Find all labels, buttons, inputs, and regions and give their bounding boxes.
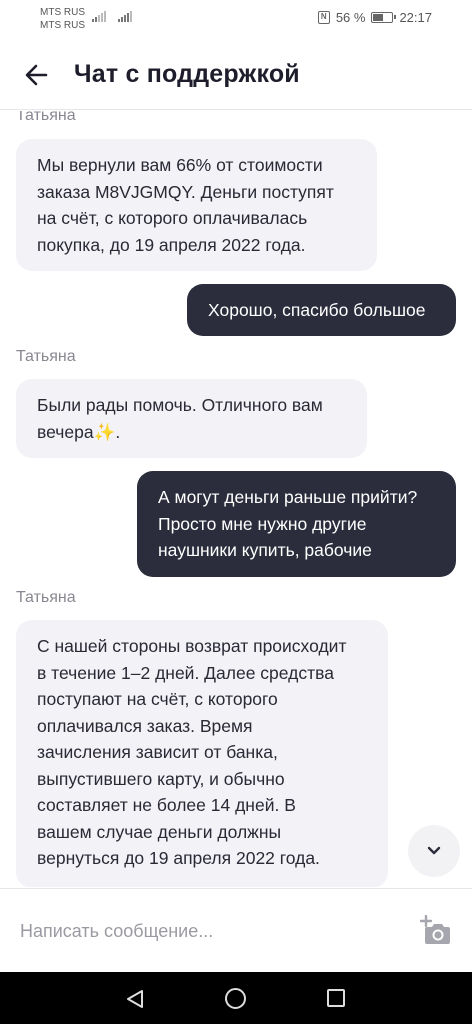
message-line: А могут деньги раньше прийти?: [158, 487, 418, 507]
message-line: на счёт, с которого оплачивалась: [37, 208, 308, 228]
battery-percent: 56 %: [335, 10, 366, 25]
message-line: вечера✨.: [37, 421, 121, 442]
signal-icon-2: [118, 10, 132, 22]
battery-fill: [373, 14, 383, 21]
status-bar: MTS RUS MTS RUS N 56 % 22:17: [0, 0, 472, 40]
message-input[interactable]: [20, 917, 380, 945]
camera-add-icon[interactable]: [420, 915, 454, 947]
circle-home-icon[interactable]: [225, 988, 246, 1009]
carrier-labels: MTS RUS MTS RUS: [40, 6, 85, 32]
message-line: в течение 1–2 дней. Далее средства: [37, 662, 334, 683]
message-line: оплачивался заказ. Время: [37, 715, 253, 736]
message-line: Мы вернули вам 66% от стоимости: [37, 155, 323, 175]
sender-name: Татьяна: [16, 348, 76, 365]
message-line: вернуться до 19 апреля 2022 года.: [37, 848, 320, 868]
message-line: выпустившего карту, и обычно: [37, 768, 285, 789]
message-line: зачисления зависит от банка,: [37, 742, 278, 762]
message-line: Были рады помочь. Отличного вам: [37, 395, 323, 415]
message-line: С нашей стороны возврат происходит: [37, 636, 347, 656]
message-line: покупка, до 19 апреля 2022 года.: [37, 234, 306, 255]
outgoing-message: А могут деньги раньше прийти? Просто мне…: [137, 471, 456, 577]
incoming-message: Были рады помочь. Отличного вам вечера✨.: [16, 379, 367, 458]
outgoing-message: Хорошо, спасибо большое: [187, 284, 456, 336]
message-line: Просто мне нужно другие: [158, 513, 367, 534]
battery-icon: [371, 12, 397, 23]
arrow-left-icon[interactable]: [20, 58, 54, 92]
sender-name: Татьяна: [16, 589, 76, 606]
incoming-message: С нашей стороны возврат происходит в теч…: [16, 620, 388, 887]
message-line: вашем случае деньги должны: [37, 821, 282, 842]
message-composer: [0, 888, 472, 972]
square-recent-icon[interactable]: [327, 989, 345, 1007]
message-line: составляет не более 14 дней. В: [37, 795, 296, 815]
carrier-2: MTS RUS: [40, 20, 85, 31]
message-line: заказа M8VJGMQY. Деньги поступят: [37, 181, 334, 202]
signal-icon: [92, 10, 106, 22]
page-title: Чат с поддержкой: [74, 60, 300, 88]
message-line: поступают на счёт, с которого: [37, 689, 278, 709]
message-line: наушники купить, рабочие: [158, 540, 372, 560]
nfc-icon: N: [317, 11, 330, 24]
message-line: Хорошо, спасибо большое: [208, 300, 426, 320]
scroll-down-button[interactable]: [408, 825, 460, 877]
incoming-message: Мы вернули вам 66% от стоимости заказа M…: [16, 139, 377, 271]
sender-name: Татьяна: [16, 111, 76, 124]
chat-messages[interactable]: Татьяна Мы вернули вам 66% от стоимости …: [0, 111, 472, 887]
carrier-1: MTS RUS: [40, 7, 85, 18]
chat-header: Чат с поддержкой: [0, 40, 472, 110]
chevron-down-icon: [427, 846, 441, 855]
system-nav-bar: [0, 972, 472, 1024]
triangle-back-icon[interactable]: [124, 988, 146, 1010]
clock: 22:17: [399, 10, 432, 25]
status-right: N 56 % 22:17: [317, 10, 432, 25]
